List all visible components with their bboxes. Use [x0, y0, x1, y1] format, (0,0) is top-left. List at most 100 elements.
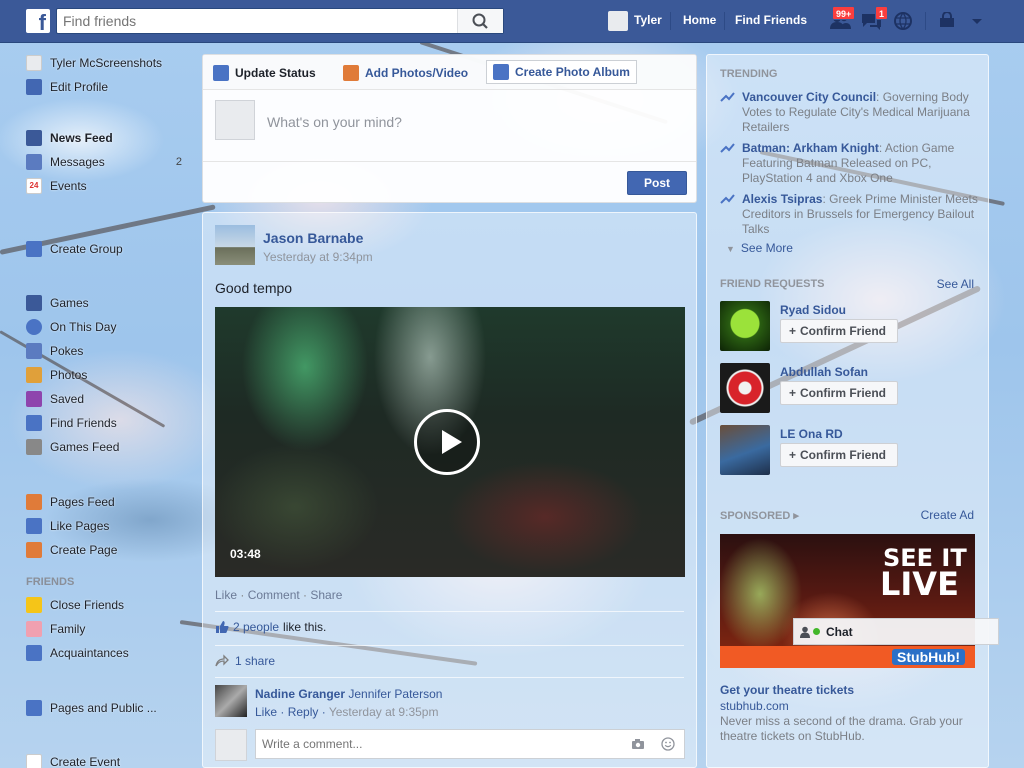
ad-title[interactable]: Get your theatre tickets [720, 683, 854, 697]
author-name[interactable]: Jason Barnabe [263, 230, 363, 246]
right-column: TRENDING Vancouver City Council: Governi… [706, 54, 989, 768]
nav-create-page[interactable]: Create Page [26, 541, 117, 559]
friend-request-item: Abdullah Sofan + Confirm Friend [720, 363, 980, 415]
create-ad-link[interactable]: Create Ad [921, 508, 974, 522]
confirm-friend-button[interactable]: + Confirm Friend [780, 381, 898, 405]
shares-summary[interactable]: 1 share [215, 654, 275, 668]
photo-video-icon [343, 65, 359, 81]
comment-item: Nadine Granger Jennifer Paterson Like · … [215, 685, 685, 721]
thumbs-up-icon [216, 621, 229, 633]
search-icon [472, 13, 488, 29]
nav-like-pages[interactable]: Like Pages [26, 517, 109, 535]
composer-footer: Post [203, 161, 696, 203]
sponsored-ad-image[interactable]: SEE IT LIVE StubHub! [720, 534, 975, 668]
star-icon [26, 597, 42, 613]
nav-games[interactable]: Games [26, 294, 89, 312]
tab-add-photos-video[interactable]: Add Photos/Video [343, 63, 468, 83]
profile-link[interactable]: Tyler [634, 13, 662, 27]
comment-reply-link[interactable]: Reply [288, 705, 319, 719]
post-timestamp[interactable]: Yesterday at 9:34pm [263, 250, 373, 264]
comment-input[interactable] [255, 729, 685, 759]
nav-saved[interactable]: Saved [26, 390, 84, 408]
nav-messages[interactable]: Messages 2 [26, 153, 186, 171]
gamepad-icon [26, 439, 42, 455]
comment-timestamp[interactable]: Yesterday at 9:35pm [329, 705, 439, 719]
online-status-dot [813, 628, 820, 635]
post-message: Good tempo [215, 280, 293, 296]
search-button[interactable] [457, 9, 503, 33]
nav-events[interactable]: 24 Events [26, 177, 87, 195]
family-icon [26, 621, 42, 637]
my-avatar [215, 729, 247, 761]
messages-count: 2 [175, 156, 182, 168]
trending-see-more[interactable]: ▼ See More [726, 241, 793, 255]
trending-item[interactable]: Alexis Tsipras: Greek Prime Minister Mee… [720, 192, 982, 237]
comment-link[interactable]: Comment [248, 588, 300, 602]
requester-avatar[interactable] [720, 363, 770, 413]
nav-family[interactable]: Family [26, 620, 85, 638]
privacy-shortcuts-icon[interactable] [938, 12, 960, 30]
user-avatar[interactable] [608, 11, 628, 31]
trending-arrow-icon [720, 194, 735, 204]
add-friend-icon: + [789, 448, 797, 462]
emoji-icon[interactable] [661, 737, 675, 751]
requester-avatar[interactable] [720, 425, 770, 475]
nav-profile[interactable]: Tyler McScreenshots [26, 54, 162, 72]
tab-create-photo-album[interactable]: Create Photo Album [486, 60, 637, 84]
likes-count-link[interactable]: 2 people [233, 620, 279, 634]
requester-name[interactable]: Ryad Sidou [780, 303, 846, 317]
friend-requests-header: FRIEND REQUESTS [720, 278, 825, 290]
requester-name[interactable]: Abdullah Sofan [780, 365, 868, 379]
nav-games-feed[interactable]: Games Feed [26, 438, 119, 456]
nav-pages-feed[interactable]: Pages Feed [26, 493, 115, 511]
globe-notifications-icon[interactable] [892, 12, 914, 30]
home-link[interactable]: Home [683, 13, 716, 27]
add-friend-icon: + [789, 324, 797, 338]
comment-like-link[interactable]: Like [255, 705, 277, 719]
trending-arrow-icon [720, 92, 735, 102]
share-link[interactable]: Share [310, 588, 342, 602]
camera-icon[interactable] [631, 738, 645, 750]
like-link[interactable]: Like [215, 588, 237, 602]
nav-pokes[interactable]: Pokes [26, 342, 83, 360]
nav-close-friends[interactable]: Close Friends [26, 596, 124, 614]
nav-pages-and-public[interactable]: Pages and Public ... [26, 699, 157, 717]
messages-icon [26, 154, 42, 170]
commenter-name[interactable]: Nadine Granger Jennifer Paterson [255, 687, 442, 701]
requester-avatar[interactable] [720, 301, 770, 351]
trending-item[interactable]: Batman: Arkham Knight: Action Game Featu… [720, 141, 982, 186]
trending-item[interactable]: Vancouver City Council: Governing Body V… [720, 90, 982, 135]
nav-acquaintances[interactable]: Acquaintances [26, 644, 129, 662]
commenter-avatar[interactable] [215, 685, 247, 717]
find-friends-icon [26, 415, 42, 431]
friend-request-item: Ryad Sidou + Confirm Friend [720, 301, 980, 353]
tagged-user[interactable]: Jennifer Paterson [348, 687, 442, 701]
nav-photos[interactable]: Photos [26, 366, 87, 384]
confirm-friend-button[interactable]: + Confirm Friend [780, 443, 898, 467]
rss-icon [26, 700, 42, 716]
requester-name[interactable]: LE Ona RD [780, 427, 843, 441]
ad-headline-line2: LIVE [880, 565, 959, 603]
confirm-friend-button[interactable]: + Confirm Friend [780, 319, 898, 343]
nav-find-friends[interactable]: Find Friends [26, 414, 117, 432]
messages-badge: 1 [875, 6, 889, 20]
nav-edit-profile[interactable]: Edit Profile [26, 78, 108, 96]
nav-news-feed[interactable]: News Feed [26, 129, 113, 147]
friend-requests-see-all[interactable]: See All [937, 277, 974, 291]
nav-create-group[interactable]: Create Group [26, 240, 123, 258]
tab-update-status[interactable]: Update Status [213, 63, 316, 83]
status-input[interactable]: What's on your mind? [267, 114, 402, 130]
ad-url[interactable]: stubhub.com [720, 699, 789, 713]
account-menu-chevron-down-icon[interactable] [966, 12, 988, 30]
chat-sidebar-button[interactable]: Chat [793, 618, 999, 645]
author-avatar[interactable] [215, 225, 255, 265]
search-input[interactable] [57, 9, 457, 33]
post-button[interactable]: Post [627, 171, 687, 195]
clock-icon [26, 319, 42, 335]
find-friends-link[interactable]: Find Friends [735, 13, 807, 27]
facebook-logo[interactable]: f [26, 9, 50, 33]
nav-on-this-day[interactable]: On This Day [26, 318, 116, 336]
play-icon[interactable] [414, 409, 480, 475]
video-player[interactable]: 03:48 [215, 307, 685, 577]
nav-create-event[interactable]: Create Event [26, 753, 120, 768]
